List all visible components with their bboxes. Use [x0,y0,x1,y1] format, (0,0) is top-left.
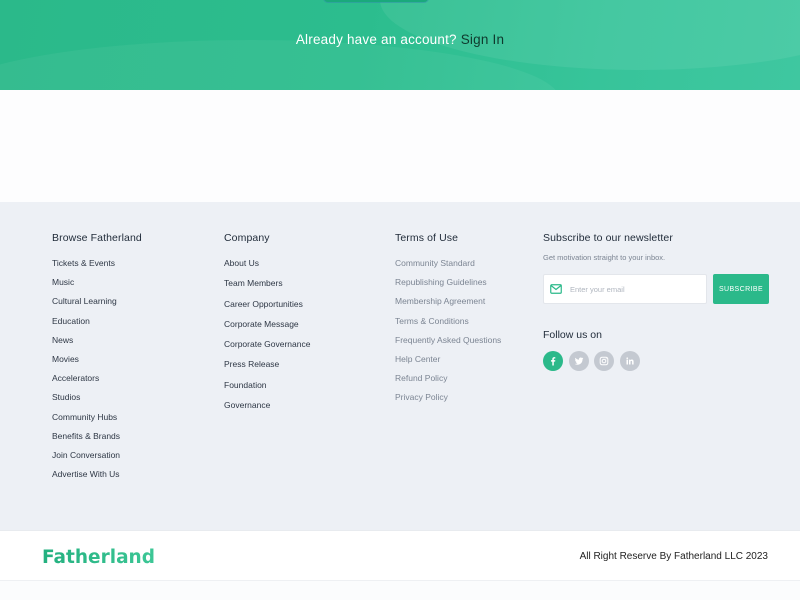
footer-link-careers[interactable]: Career Opportunities [224,299,310,319]
footer-column-title: Company [224,232,270,244]
footer-link-list: Tickets & Events Music Cultural Learning… [52,258,142,488]
footer-link-community-hubs[interactable]: Community Hubs [52,412,142,431]
register-button[interactable] [324,0,428,2]
footer-link-cultural-learning[interactable]: Cultural Learning [52,296,142,315]
linkedin-icon[interactable] [619,351,640,371]
footer-link-advertise[interactable]: Advertise With Us [52,469,142,488]
footer-link-press-release[interactable]: Press Release [224,359,310,379]
footer-link-faq[interactable]: Frequently Asked Questions [395,335,501,354]
footer-column-company: Company About Us Team Members Career Opp… [224,232,310,420]
newsletter-subtitle: Get motivation straight to your inbox. [543,253,666,262]
facebook-icon[interactable] [543,351,563,371]
mail-icon [550,283,562,295]
signin-prompt: Already have an account? Sign In [0,32,800,47]
footer-bottom-bar: Fatherland All Right Reserve By Fatherla… [0,530,800,580]
signin-banner: Already have an account? Sign In [0,0,800,90]
footer-link-accelerators[interactable]: Accelerators [52,373,142,392]
footer-column-newsletter: Subscribe to our newsletter Get motivati… [543,232,769,371]
blank-section [0,90,800,202]
footer-column-terms: Terms of Use Community Standard Republis… [395,232,501,412]
footer-link-music[interactable]: Music [52,277,142,296]
footer-column-browse: Browse Fatherland Tickets & Events Music… [52,232,142,488]
page-bottom-strip [0,580,800,600]
footer-link-corporate-governance[interactable]: Corporate Governance [224,339,310,359]
signin-prompt-text: Already have an account? [295,32,457,47]
footer-link-tickets-events[interactable]: Tickets & Events [52,258,142,277]
fatherland-logo[interactable]: Fatherland [41,543,155,569]
footer-link-refund-policy[interactable]: Refund Policy [395,373,501,392]
footer-link-team-members[interactable]: Team Members [224,278,310,298]
follow-us-title: Follow us on [543,329,602,341]
footer-link-privacy-policy[interactable]: Privacy Policy [395,392,501,411]
footer-link-list: Community Standard Republishing Guidelin… [395,258,501,412]
newsletter-form: SUBSCRIBE [543,274,769,304]
signin-link[interactable]: Sign In [461,32,504,47]
footer-link-governance[interactable]: Governance [224,400,310,420]
footer-link-membership[interactable]: Membership Agreement [395,296,501,315]
email-input[interactable] [570,284,700,294]
footer-link-movies[interactable]: Movies [52,354,142,373]
site-footer: Browse Fatherland Tickets & Events Music… [0,202,800,530]
footer-link-community-standard[interactable]: Community Standard [395,258,501,277]
footer-link-news[interactable]: News [52,335,142,354]
social-links [543,351,769,371]
twitter-icon[interactable] [568,351,589,371]
footer-link-list: About Us Team Members Career Opportuniti… [224,258,310,420]
footer-link-corporate-message[interactable]: Corporate Message [224,319,310,339]
footer-link-foundation[interactable]: Foundation [224,380,310,400]
newsletter-title: Subscribe to our newsletter [543,232,673,244]
footer-link-help-center[interactable]: Help Center [395,354,501,373]
footer-link-benefits-brands[interactable]: Benefits & Brands [52,431,142,450]
email-field-wrapper [543,274,707,304]
footer-link-education[interactable]: Education [52,316,142,335]
footer-link-terms-conditions[interactable]: Terms & Conditions [395,316,501,335]
svg-text:Fatherland: Fatherland [42,547,155,568]
footer-link-join-conversation[interactable]: Join Conversation [52,450,142,469]
subscribe-button[interactable]: SUBSCRIBE [713,274,769,304]
instagram-icon[interactable] [594,351,614,371]
footer-link-studios[interactable]: Studios [52,392,142,411]
footer-column-title: Terms of Use [395,232,459,244]
footer-link-republishing[interactable]: Republishing Guidelines [395,277,501,296]
copyright-text: All Right Reserve By Fatherland LLC 2023 [579,551,768,562]
footer-column-title: Browse Fatherland [52,232,142,244]
footer-link-about-us[interactable]: About Us [224,258,310,278]
